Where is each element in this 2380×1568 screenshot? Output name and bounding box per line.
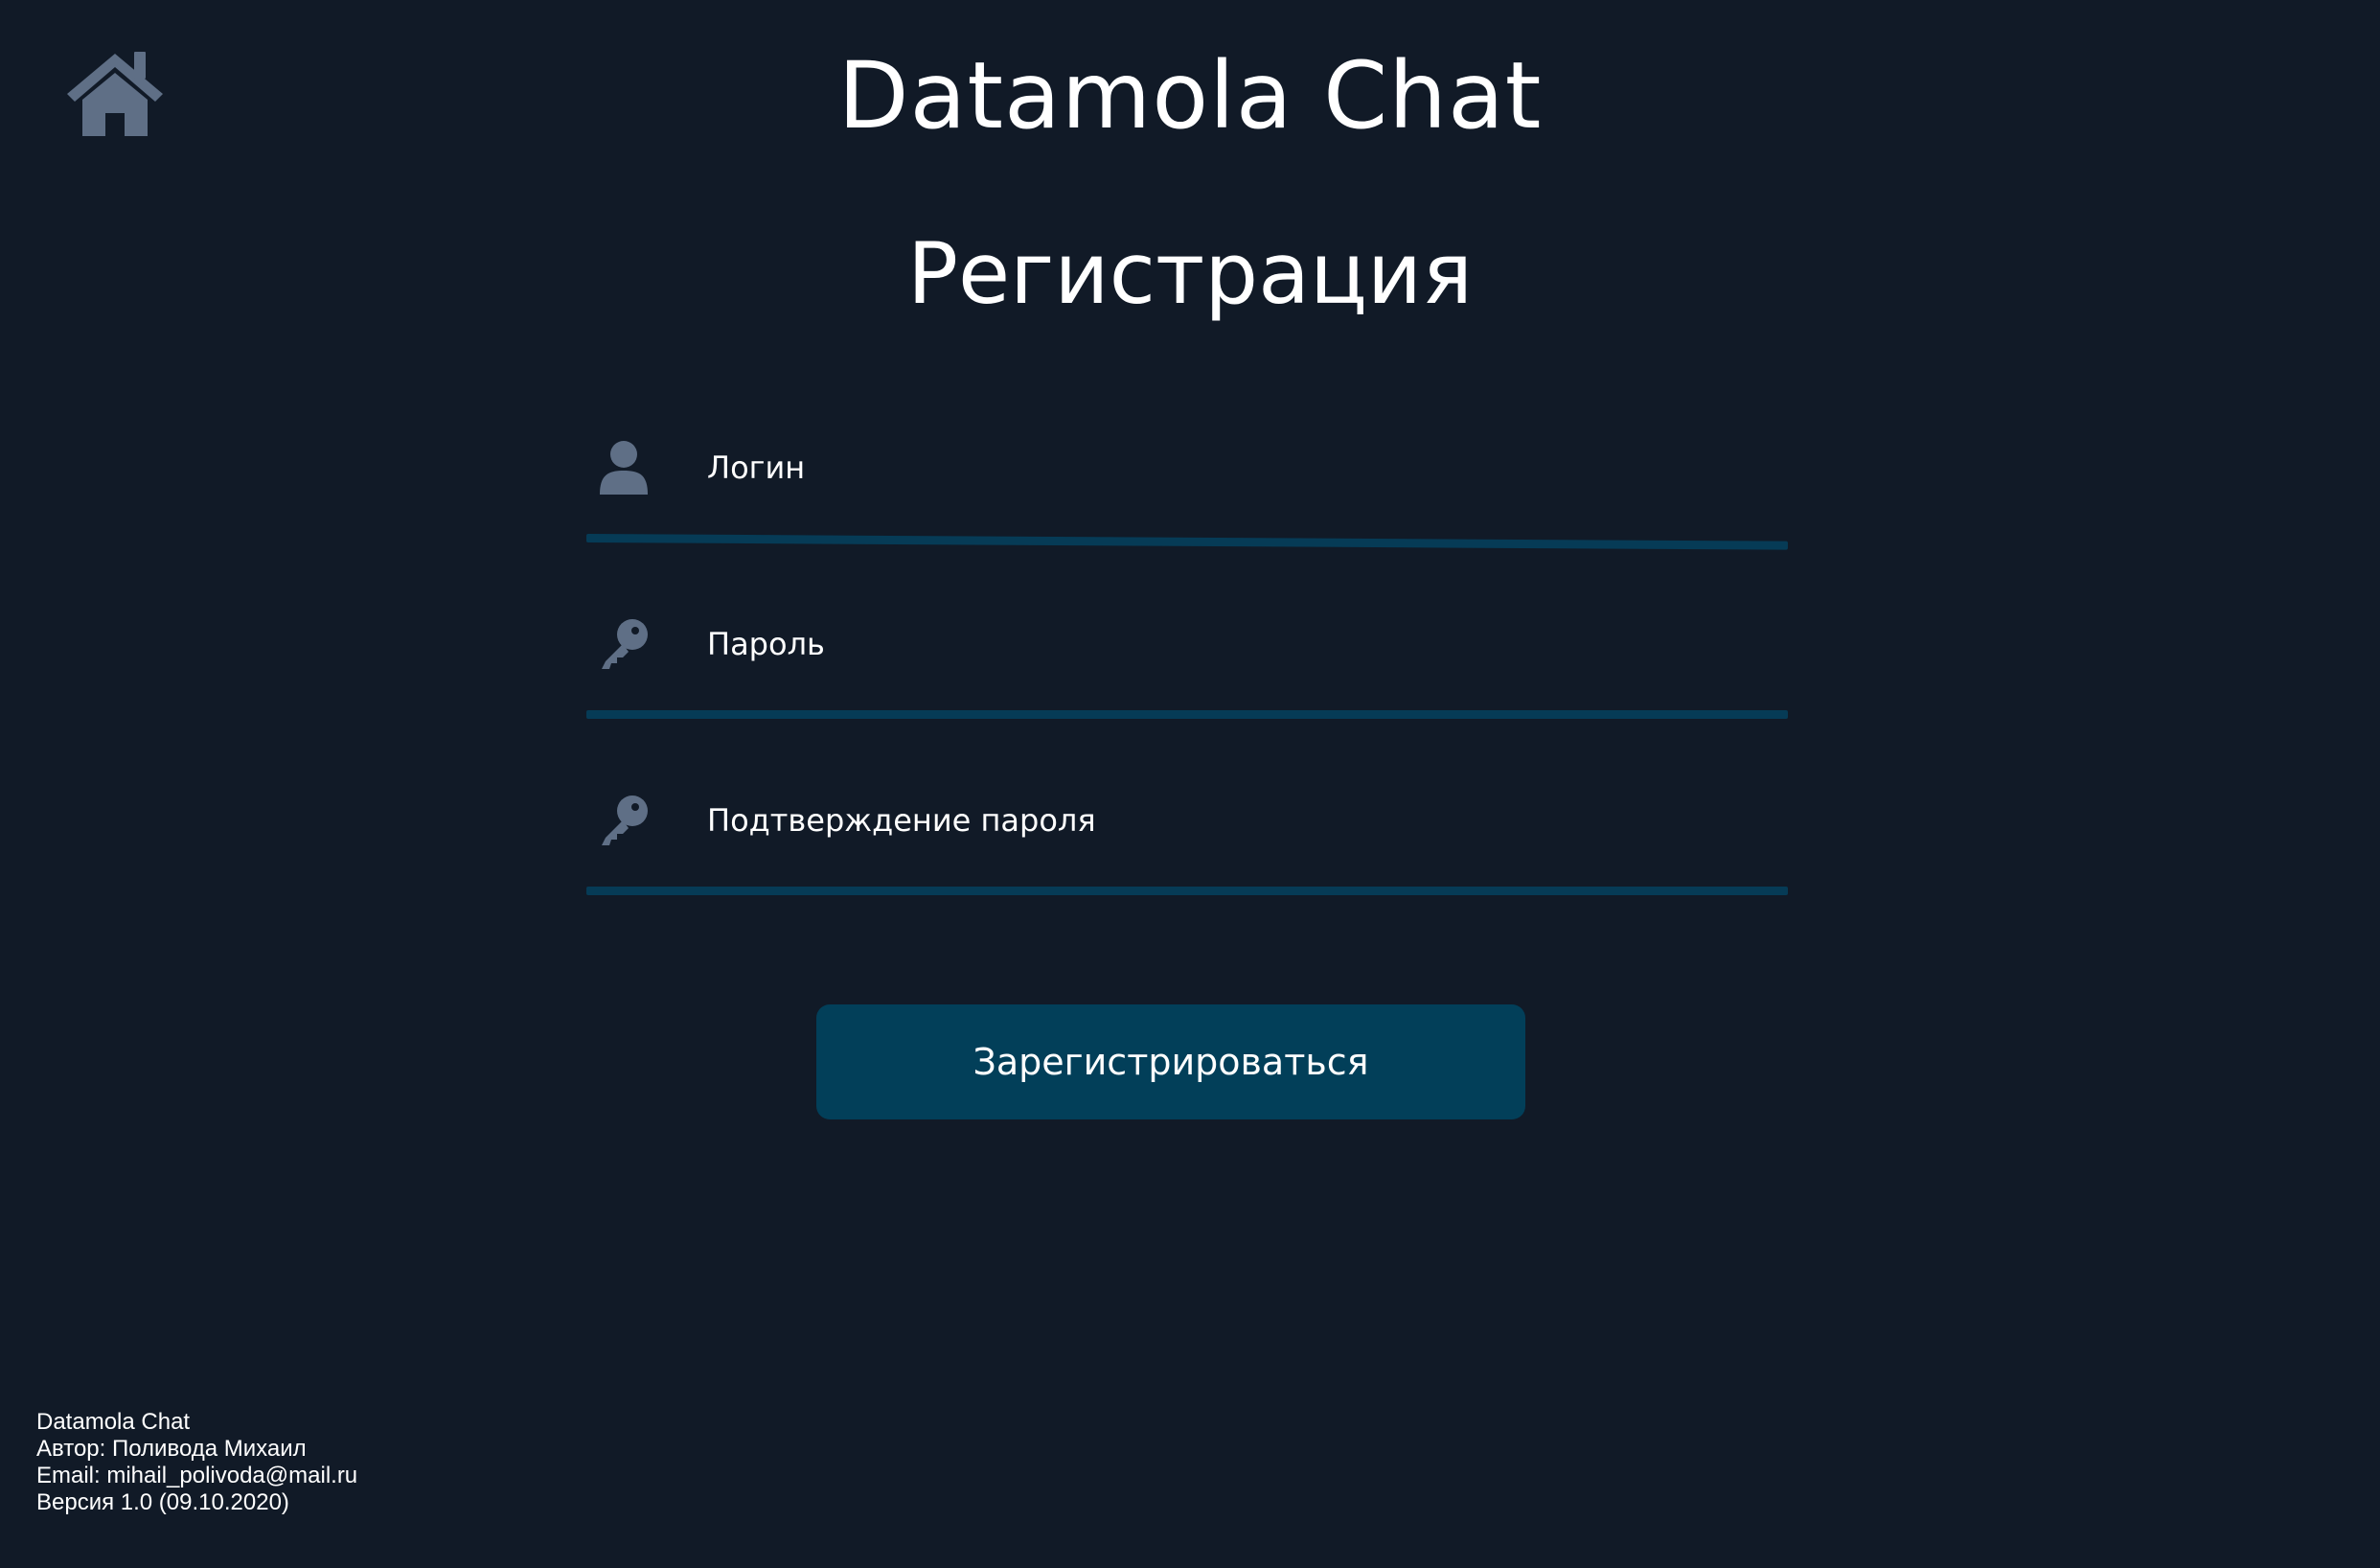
login-input[interactable] <box>707 431 1761 504</box>
register-button[interactable]: Зарегистрироваться <box>816 1004 1525 1119</box>
footer-version: Версия 1.0 (09.10.2020) <box>36 1489 289 1515</box>
password-confirm-underline <box>586 887 1788 895</box>
page-title: Регистрация <box>906 224 1474 323</box>
password-confirm-input[interactable] <box>707 784 1761 857</box>
app-title: Datamola Chat <box>837 42 1543 150</box>
password-field <box>586 588 1788 719</box>
user-icon <box>596 439 652 498</box>
key-icon <box>596 792 652 851</box>
login-underline <box>585 534 1789 550</box>
login-field <box>585 412 1789 550</box>
registration-form <box>585 412 1789 895</box>
password-confirm-field <box>586 765 1788 895</box>
footer-email: Email: mihail_polivoda@mail.ru <box>36 1463 358 1488</box>
password-underline <box>586 710 1788 719</box>
password-input[interactable] <box>707 608 1761 680</box>
footer-author: Автор: Поливода Михаил <box>36 1436 307 1462</box>
footer-app-name: Datamola Chat <box>36 1409 191 1435</box>
footer: Datamola Chat Автор: Поливода Михаил Ema… <box>36 1409 357 1516</box>
key-icon <box>596 615 652 675</box>
